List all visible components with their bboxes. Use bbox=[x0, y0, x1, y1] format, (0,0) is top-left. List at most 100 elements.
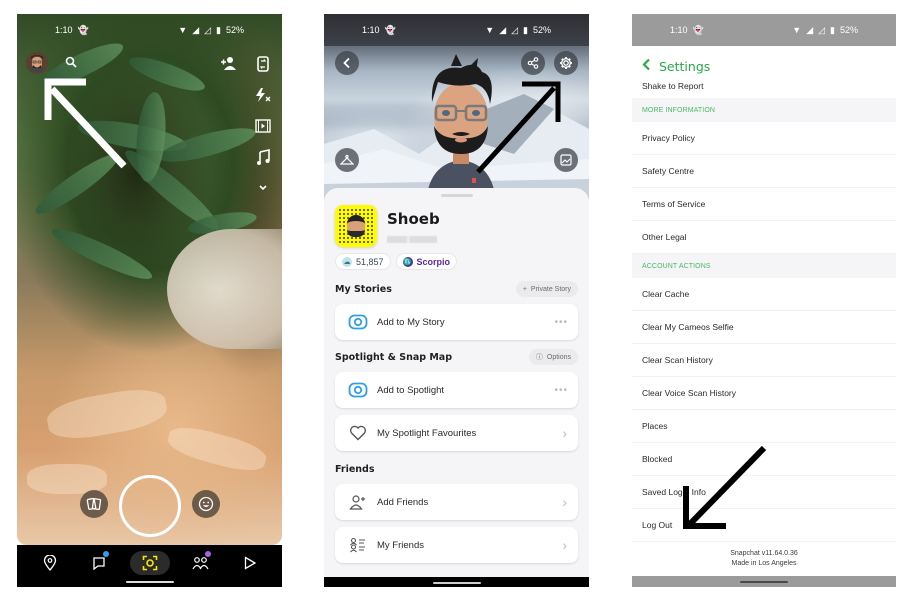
more-tools-button[interactable] bbox=[253, 178, 273, 198]
camera-icon bbox=[347, 311, 369, 333]
back-button[interactable] bbox=[335, 51, 359, 75]
lenses-button[interactable] bbox=[192, 490, 220, 518]
settings-item-places[interactable]: Places bbox=[632, 410, 896, 443]
home-indicator[interactable] bbox=[740, 581, 788, 583]
snapcode[interactable] bbox=[335, 205, 377, 247]
music-icon bbox=[257, 149, 270, 165]
camera-viewfinder bbox=[17, 14, 282, 545]
settings-item-terms-of-service[interactable]: Terms of Service bbox=[632, 188, 896, 221]
map-pin-icon bbox=[43, 555, 56, 571]
settings-item-clear-voice-scan-history[interactable]: Clear Voice Scan History bbox=[632, 377, 896, 410]
username-redacted bbox=[387, 235, 437, 243]
music-button[interactable] bbox=[253, 147, 273, 167]
my-friends-row[interactable]: My Friends › bbox=[335, 527, 578, 563]
video-filter-button[interactable] bbox=[253, 116, 273, 136]
page-title: Settings bbox=[659, 58, 711, 74]
camera-scan-icon bbox=[142, 555, 157, 571]
nav-spotlight[interactable] bbox=[232, 551, 268, 575]
status-time: 1:10 bbox=[55, 25, 73, 35]
heart-icon bbox=[347, 422, 369, 444]
more-options-icon[interactable]: ••• bbox=[554, 317, 568, 328]
bitmoji-icon bbox=[31, 55, 43, 72]
settings-item-saved-login-info[interactable]: Saved Login Info bbox=[632, 476, 896, 509]
add-friend-icon bbox=[221, 57, 236, 70]
change-background-button[interactable] bbox=[554, 148, 578, 172]
add-to-my-story-row[interactable]: Add to My Story ••• bbox=[335, 304, 578, 340]
home-indicator[interactable] bbox=[125, 581, 174, 583]
nav-chat[interactable] bbox=[81, 551, 117, 575]
section-title-friends: Friends bbox=[335, 463, 375, 475]
snap-score: 51,857 bbox=[356, 256, 384, 267]
nav-map[interactable] bbox=[32, 551, 68, 575]
settings-item-clear-cameos-selfie[interactable]: Clear My Cameos Selfie bbox=[632, 311, 896, 344]
settings-item-log-out[interactable]: Log Out bbox=[632, 509, 896, 542]
status-bar: 1:10 👻 ▼ ◢ ◿ ▮ 52% bbox=[17, 14, 282, 46]
play-icon bbox=[244, 556, 256, 570]
signal-empty-icon: ◿ bbox=[818, 24, 826, 35]
signal-icon: ◢ bbox=[192, 24, 200, 35]
plus-icon: + bbox=[522, 285, 527, 293]
snapchat-ghost-icon: 👻 bbox=[384, 24, 396, 35]
private-story-button[interactable]: + Private Story bbox=[515, 281, 578, 297]
sheet-grabber[interactable] bbox=[440, 194, 473, 197]
settings-button[interactable] bbox=[554, 51, 578, 75]
settings-item-clear-cache[interactable]: Clear Cache bbox=[632, 278, 896, 311]
add-friend-icon bbox=[347, 491, 369, 513]
section-title-spotlight: Spotlight & Snap Map bbox=[335, 351, 453, 363]
settings-item-blocked[interactable]: Blocked bbox=[632, 443, 896, 476]
flash-off-icon bbox=[256, 88, 271, 102]
memories-button[interactable] bbox=[80, 490, 108, 518]
chat-icon bbox=[92, 557, 105, 570]
spotlight-favourites-row[interactable]: My Spotlight Favourites › bbox=[335, 415, 578, 451]
friends-icon bbox=[191, 557, 209, 570]
bitmoji-outfit-button[interactable] bbox=[335, 148, 359, 172]
status-bar: 1:10 👻 ▼ ◢ ◿ ▮ 52% bbox=[324, 14, 589, 46]
profile-screen: 1:10 👻 ▼ ◢ ◿ ▮ 52% Shoeb ☁ 51,857 ♏ Scor… bbox=[324, 14, 589, 587]
home-indicator[interactable] bbox=[432, 582, 481, 584]
snap-score-chip[interactable]: ☁ 51,857 bbox=[335, 253, 391, 270]
share-button[interactable] bbox=[521, 51, 545, 75]
chevron-left-icon bbox=[343, 57, 350, 69]
settings-item-clear-scan-history[interactable]: Clear Scan History bbox=[632, 344, 896, 377]
settings-item-other-legal[interactable]: Other Legal bbox=[632, 221, 896, 254]
battery-icon: ▮ bbox=[830, 24, 835, 35]
profile-avatar-button[interactable] bbox=[26, 52, 48, 74]
nav-stories[interactable] bbox=[183, 551, 219, 575]
snapchat-ghost-icon: 👻 bbox=[77, 24, 89, 35]
zodiac-chip[interactable]: ♏ Scorpio bbox=[395, 253, 458, 270]
flip-camera-button[interactable] bbox=[253, 54, 273, 74]
battery-percent: 52% bbox=[532, 25, 551, 35]
battery-icon: ▮ bbox=[216, 24, 221, 35]
signal-empty-icon: ◿ bbox=[204, 24, 212, 35]
add-friends-row[interactable]: Add Friends › bbox=[335, 484, 578, 520]
more-options-icon[interactable]: ••• bbox=[554, 385, 568, 396]
chevron-right-icon: › bbox=[562, 494, 568, 510]
system-nav-bar bbox=[632, 576, 896, 587]
chevron-right-icon: › bbox=[562, 425, 568, 441]
wifi-icon: ▼ bbox=[485, 24, 495, 35]
wifi-icon: ▼ bbox=[178, 24, 188, 35]
add-friend-button[interactable] bbox=[217, 54, 239, 72]
stories-badge bbox=[204, 551, 211, 557]
image-icon bbox=[560, 154, 572, 166]
settings-screen: 1:10 👻 ▼ ◢ ◿ ▮ 52% Settings Shake to Rep… bbox=[632, 14, 896, 587]
settings-list: Shake to Report MORE INFORMATION Privacy… bbox=[632, 78, 896, 542]
flash-button[interactable] bbox=[253, 85, 273, 105]
back-button[interactable] bbox=[642, 58, 651, 74]
settings-item-privacy-policy[interactable]: Privacy Policy bbox=[632, 122, 896, 155]
settings-item-safety-centre[interactable]: Safety Centre bbox=[632, 155, 896, 188]
system-nav-bar bbox=[324, 577, 589, 587]
chat-badge bbox=[102, 551, 109, 557]
friends-list-icon bbox=[347, 534, 369, 556]
camera-tools bbox=[250, 54, 276, 198]
settings-item-shake-to-report[interactable]: Shake to Report bbox=[632, 78, 896, 98]
nav-camera[interactable] bbox=[129, 551, 170, 575]
wifi-icon: ▼ bbox=[792, 24, 802, 35]
snapchat-ghost-icon: 👻 bbox=[692, 24, 704, 35]
search-button[interactable] bbox=[63, 54, 79, 70]
add-to-spotlight-row[interactable]: Add to Spotlight ••• bbox=[335, 372, 578, 408]
capture-button[interactable] bbox=[119, 475, 181, 537]
signal-icon: ◢ bbox=[499, 24, 507, 35]
signal-icon: ◢ bbox=[806, 24, 814, 35]
options-button[interactable]: ⓘ Options bbox=[528, 349, 578, 365]
